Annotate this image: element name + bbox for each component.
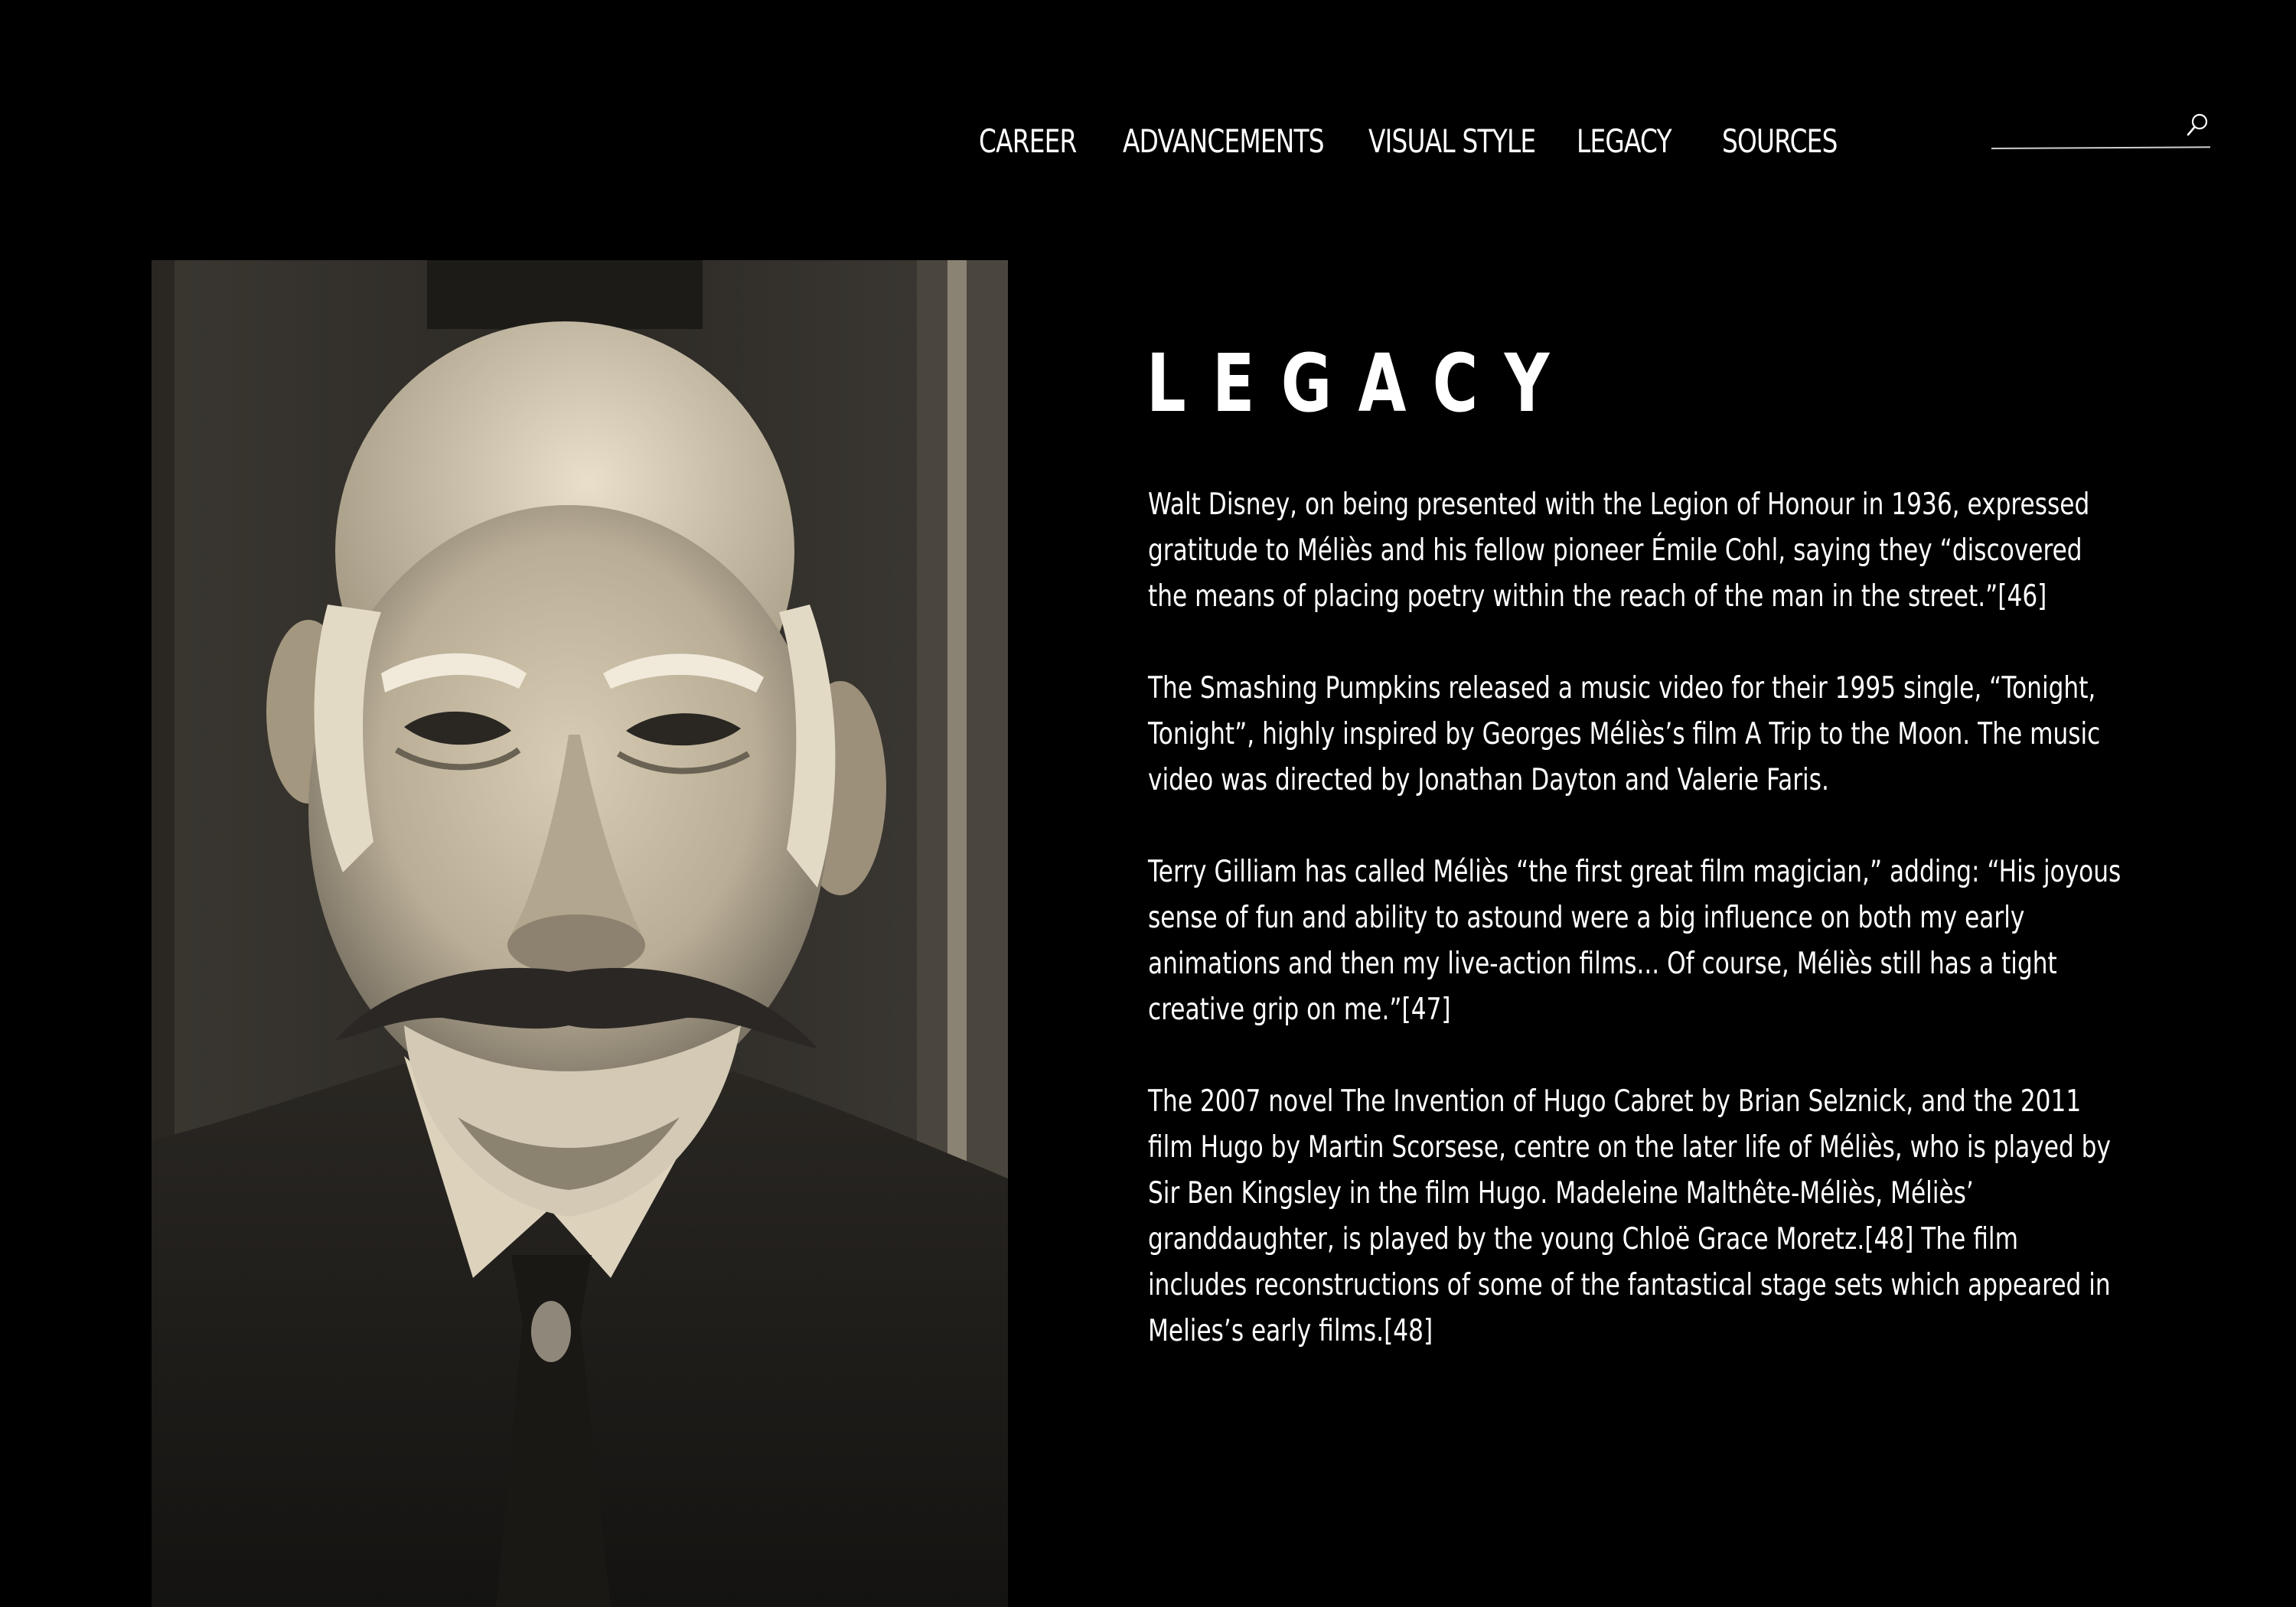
portrait-illustration <box>152 260 1008 1607</box>
nav-item-visual-style[interactable]: VISUAL STYLE <box>1368 122 1536 160</box>
nav-item-career[interactable]: CAREER <box>979 122 1077 160</box>
search-box <box>1991 107 2211 153</box>
paragraph-disney: Walt Disney, on being presented with the… <box>1148 487 2090 614</box>
paragraph-hugo: The 2007 novel The Invention of Hugo Cab… <box>1148 1084 2111 1348</box>
search-input[interactable] <box>1991 107 2186 148</box>
nav-item-legacy[interactable]: LEGACY <box>1577 122 1672 160</box>
nav-item-sources[interactable]: SOURCES <box>1722 122 1838 160</box>
nav-item-advancements[interactable]: ADVANCEMENTS <box>1123 122 1325 160</box>
portrait-photo <box>152 260 1008 1607</box>
search-underline <box>1991 146 2211 149</box>
paragraph-gilliam: Terry Gilliam has called Méliès “the fir… <box>1148 855 2122 1027</box>
legacy-content: Walt Disney, on being presented with the… <box>1148 482 2124 1400</box>
page-title: LEGACY <box>1146 337 1576 430</box>
search-icon[interactable] <box>2186 112 2210 139</box>
paragraph-smashing-pumpkins: The Smashing Pumpkins released a music v… <box>1148 671 2101 797</box>
